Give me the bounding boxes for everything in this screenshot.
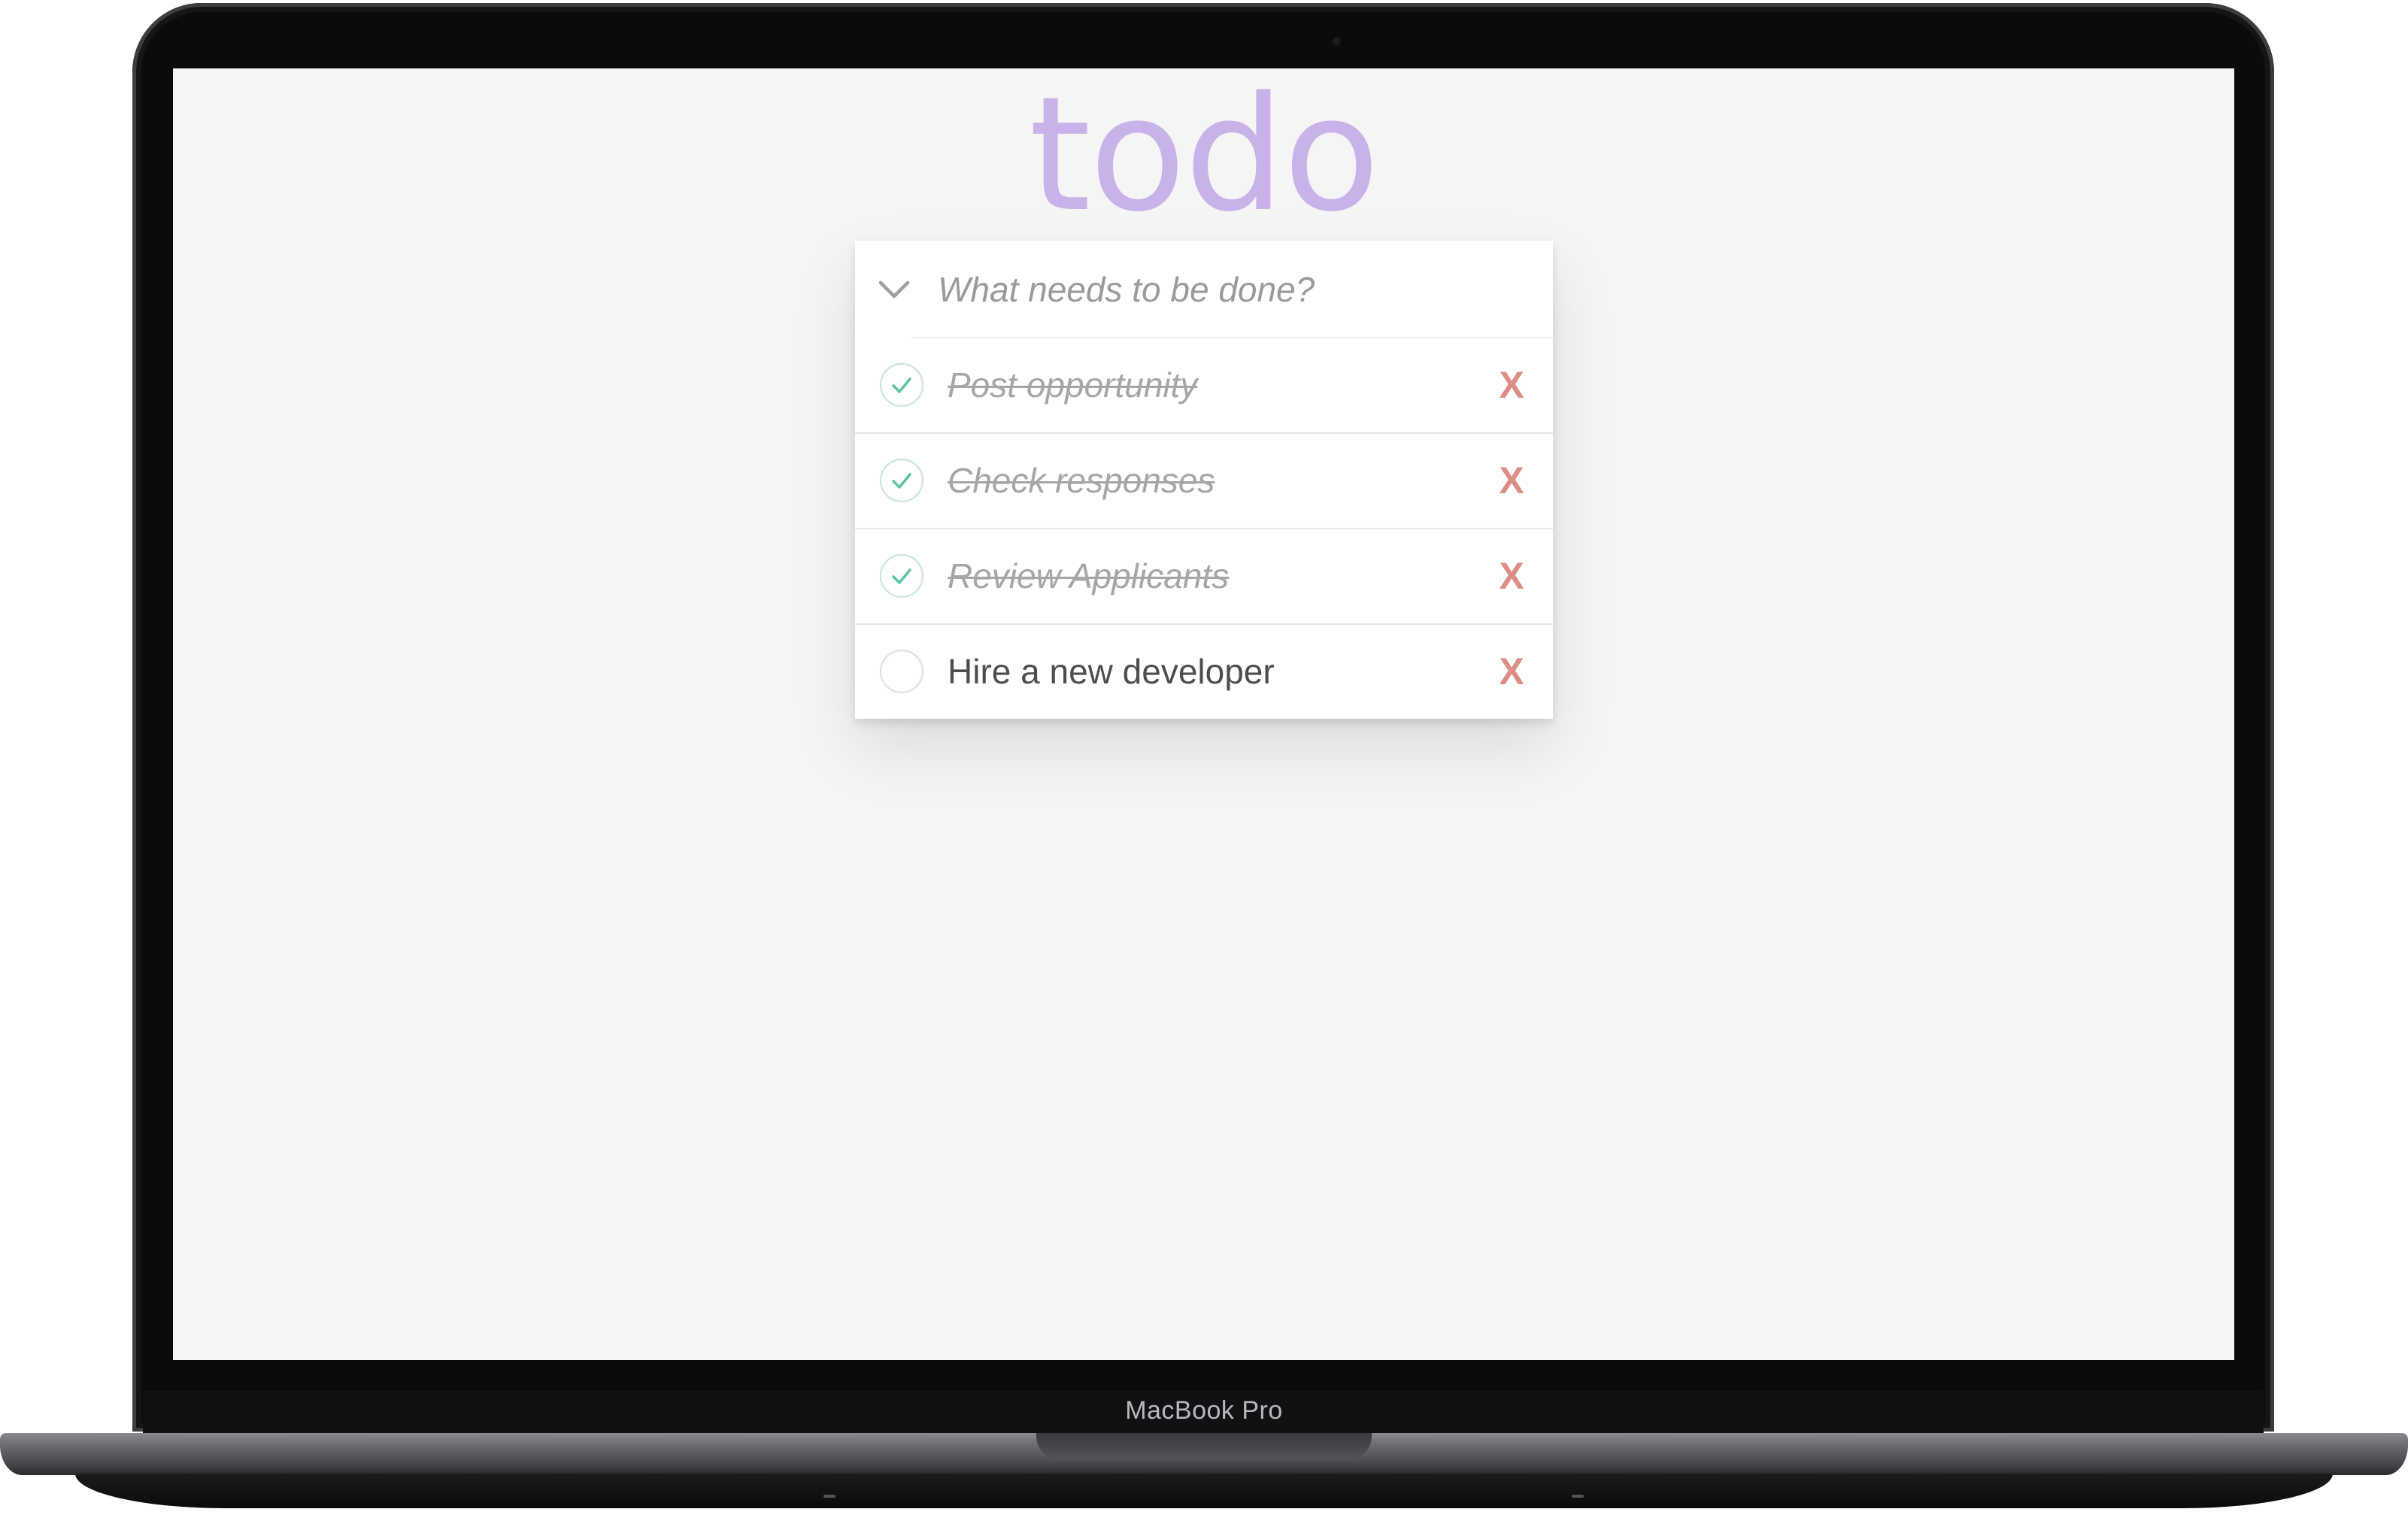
empty-circle-icon[interactable] <box>879 649 924 694</box>
screen: todo What needs to be done? Post opportu… <box>173 68 2234 1360</box>
delete-button[interactable]: X <box>1493 459 1530 501</box>
delete-button[interactable]: X <box>1493 364 1530 406</box>
todo-item: Check responses X <box>855 434 1553 529</box>
new-todo-input[interactable] <box>938 262 1524 317</box>
laptop-foot <box>1572 1495 1584 1498</box>
laptop-foot <box>823 1495 836 1498</box>
todo-item: Review Applicants X <box>855 529 1553 625</box>
laptop-mockup: MacBook Pro todo What needs to be done? … <box>0 0 2408 1515</box>
todo-list: Post opportunity X Check responses X Rev… <box>855 338 1553 719</box>
todo-item: Hire a new developer X <box>855 625 1553 719</box>
laptop-notch <box>1036 1433 1372 1460</box>
todo-label[interactable]: Hire a new developer <box>948 625 1275 719</box>
todo-label[interactable]: Check responses <box>948 434 1215 528</box>
todo-label[interactable]: Review Applicants <box>948 529 1229 623</box>
delete-button[interactable]: X <box>1493 650 1530 692</box>
checkmark-circle-icon[interactable] <box>879 458 924 503</box>
todo-card: Post opportunity X Check responses X <box>855 241 1553 719</box>
new-todo-row <box>855 241 1553 338</box>
device-label: MacBook Pro <box>1125 1396 1283 1425</box>
app-title: todo <box>1029 68 1380 247</box>
chevron-down-icon[interactable] <box>878 277 911 302</box>
laptop-base-bottom <box>75 1474 2333 1508</box>
camera-icon <box>1333 38 1340 45</box>
checkmark-circle-icon[interactable] <box>879 362 924 408</box>
todo-item: Post opportunity X <box>855 338 1553 434</box>
delete-button[interactable]: X <box>1493 555 1530 597</box>
todo-label[interactable]: Post opportunity <box>948 338 1197 432</box>
checkmark-circle-icon[interactable] <box>879 553 924 598</box>
